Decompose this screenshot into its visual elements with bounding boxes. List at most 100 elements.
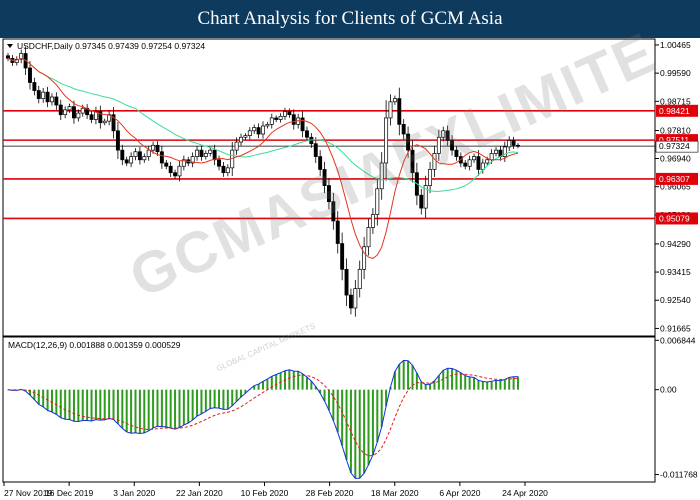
macd-histogram-bar [33,389,36,400]
candle-bear [58,104,63,116]
menu-caret-icon [7,44,13,48]
candle-bull [370,214,375,228]
macd-histogram-bar [437,375,440,390]
macd-histogram-bar [231,389,234,406]
candle-bull [133,151,138,157]
candle-bear [115,130,120,151]
macd-histogram-bar [398,364,401,390]
macd-histogram-bar [332,389,335,421]
candle-bear [476,156,481,170]
macd-histogram-bar [191,389,194,420]
candle-bull [507,140,512,148]
x-tick-label: 3 Jan 2020 [113,488,155,498]
macd-histogram-bar [415,373,418,390]
macd-histogram-bar [341,389,344,446]
candle-bull [142,156,147,161]
candle-bull [388,101,393,119]
price-tick-label: 0.94290 [660,239,691,249]
macd-histogram-bar [301,373,304,390]
macd-histogram-bar [517,376,519,390]
x-tick-label: 28 Feb 2020 [306,488,354,498]
macd-histogram-bar [77,389,80,422]
candle-bear [511,140,516,146]
candle-bear [322,169,327,186]
candle-bear [326,185,331,203]
candle-bear [256,127,261,135]
macd-histogram-bar [130,389,133,434]
macd-histogram-bar [402,360,405,390]
x-axis: 27 Nov 201916 Dec 2019 3 Jan 2020 22 Jan 2… [3,482,548,498]
x-tick-label: 6 Apr 2020 [439,488,480,498]
macd-histogram-bar [160,389,163,427]
macd-histogram-bar [433,380,436,390]
macd-histogram-bar [262,381,264,390]
candle-bear [120,149,125,161]
macd-histogram-bar [279,372,282,390]
macd-histogram-bar [292,371,295,390]
macd-histogram-bar [68,389,71,420]
candle-bull [247,130,252,136]
candle-bear [331,201,336,222]
macd-histogram-bar [196,389,199,417]
macd-histogram-bar [363,389,366,474]
macd-histogram-bar [55,389,58,415]
candle-bull [63,109,68,116]
macd-histogram-bar [477,380,480,390]
macd-histogram-bar [275,374,278,390]
candle-bull [252,127,257,132]
candle-bull [379,162,384,190]
macd-histogram-bar [187,389,190,423]
candle-bull [366,227,371,248]
macd-histogram-bar [108,389,111,419]
candle-bear [89,114,94,120]
candle-bear [340,243,345,270]
candle-bull [432,153,437,170]
x-tick-label: 10 Feb 2020 [241,488,289,498]
macd-histogram-bar [481,381,484,390]
candle-bear [28,67,32,83]
macd-histogram-bar [204,389,207,412]
macd-histogram-bar [257,384,260,390]
candle-bear [199,149,204,157]
candle-bull [353,288,358,309]
candle-bear [164,162,169,167]
candle-bull [151,144,156,151]
price-tick-label: 0.96940 [660,154,691,164]
candle-bull [269,117,274,125]
candle-bull [392,98,397,103]
macd-histogram-bar [152,389,155,428]
macd-histogram-bar [235,389,238,402]
macd-histogram-bar [459,372,462,390]
candle-bull [208,149,213,154]
candle-bear [274,117,279,120]
macd-histogram-bar [407,360,410,390]
macd-histogram-bar [495,380,498,390]
candle-bull [441,130,446,138]
macd-histogram-bar [464,375,467,390]
macd-histogram-bar [354,389,357,479]
macd-histogram-bar [468,376,471,390]
level-tag-label: 0.98421 [659,106,690,116]
candle-bear [155,144,160,153]
candle-bear [137,151,142,161]
price-tick-label: 1.00465 [660,40,691,50]
macd-main-line [7,359,519,479]
candle-bear [221,165,226,174]
candle-bull [384,117,389,164]
candle-bull [485,159,490,164]
candle-bull [146,149,151,157]
candle-bull [225,167,230,174]
candle-bear [217,159,221,167]
macd-histogram-bar [424,384,427,390]
price-tick-label: 0.99590 [660,68,691,78]
candle-bear [401,124,406,135]
candle-bull [375,188,380,215]
candle-bull [195,149,200,157]
candle-bear [445,130,450,141]
candle-bull [203,153,208,157]
candle-bear [36,90,41,99]
candle-bull [265,124,270,127]
candle-bear [318,156,323,170]
current-price-label: 0.97324 [659,141,690,151]
macd-histogram-bar [226,389,229,410]
